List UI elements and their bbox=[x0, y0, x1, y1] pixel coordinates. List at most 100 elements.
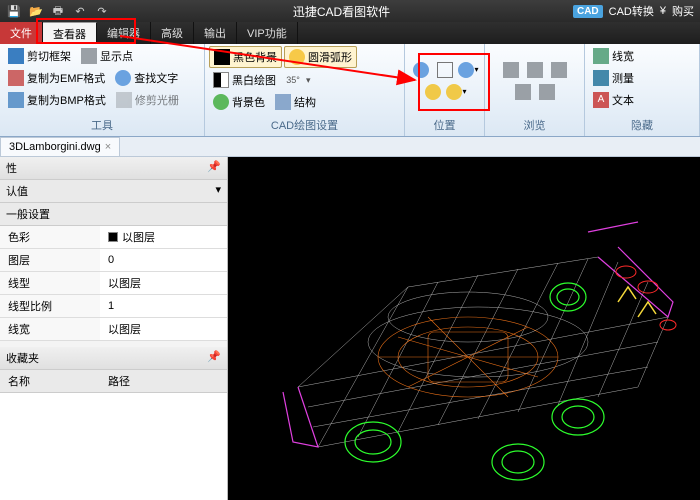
favorites-header: 收藏夹 📌 bbox=[0, 347, 227, 370]
col-path: 路径 bbox=[100, 370, 138, 392]
trim-raster-button[interactable]: 修剪光栅 bbox=[112, 90, 183, 110]
browse-icon bbox=[527, 62, 543, 78]
zoom-window-icon bbox=[437, 62, 453, 78]
zoom-out-button[interactable]: ▾ bbox=[458, 60, 480, 80]
group-label-browse: 浏览 bbox=[489, 115, 580, 136]
lineweight-button[interactable]: 线宽 bbox=[589, 46, 638, 66]
pin-icon[interactable]: 📌 bbox=[207, 160, 221, 176]
favorites-title: 收藏夹 bbox=[6, 350, 39, 366]
orbit-button[interactable] bbox=[422, 82, 444, 102]
zoom-extents-button[interactable] bbox=[410, 60, 432, 80]
chevron-down-icon[interactable]: ▾ bbox=[306, 75, 311, 86]
orbit-icon bbox=[425, 84, 441, 100]
print-icon[interactable]: 🖶 bbox=[50, 3, 66, 19]
app-title: 迅捷CAD看图软件 bbox=[110, 3, 573, 20]
zoom-out-icon bbox=[458, 62, 474, 78]
lineweight-icon bbox=[593, 48, 609, 64]
properties-panel: 性 📌 认值 ▾ 一般设置 色彩 以图层 图层 0 线型 以图层 线型比例 1 … bbox=[0, 157, 228, 500]
browse-2-button[interactable] bbox=[524, 60, 546, 80]
tab-advanced[interactable]: 高级 bbox=[151, 22, 194, 44]
panel-sub: 认值 ▾ bbox=[0, 180, 227, 203]
quick-access-toolbar: 💾 📂 🖶 ↶ ↷ bbox=[6, 3, 110, 19]
pan-icon bbox=[446, 84, 462, 100]
group-label-hide: 隐藏 bbox=[589, 115, 695, 136]
prop-row-linetype[interactable]: 线型 以图层 bbox=[0, 272, 227, 295]
browse-3-button[interactable] bbox=[548, 60, 570, 80]
angle-button[interactable]: 35° bbox=[282, 70, 304, 90]
pan-button[interactable]: ▾ bbox=[446, 82, 468, 102]
ribbon-group-tools: 剪切框架 显示点 复制为EMF格式 查找文字 复制为BMP格式 修剪光栅 工具 bbox=[0, 44, 205, 136]
panel-title: 性 bbox=[6, 160, 17, 176]
browse-4-button[interactable] bbox=[512, 82, 534, 102]
browse-icon bbox=[515, 84, 531, 100]
bw-icon bbox=[213, 72, 229, 88]
redo-icon[interactable]: ↷ bbox=[94, 3, 110, 19]
emf-icon bbox=[8, 70, 24, 86]
tab-file[interactable]: 文件 bbox=[0, 22, 43, 44]
prop-row-layer[interactable]: 图层 0 bbox=[0, 249, 227, 272]
tab-viewer[interactable]: 查看器 bbox=[43, 22, 97, 44]
document-tab[interactable]: 3DLamborgini.dwg × bbox=[0, 137, 120, 156]
group-label-tools: 工具 bbox=[4, 115, 200, 136]
ribbon-group-cad-settings: 黑色背景 圆滑弧形 黑白绘图 35° ▾ 背景色 结构 CAD绘图设置 bbox=[205, 44, 405, 136]
open-icon[interactable]: 📂 bbox=[28, 3, 44, 19]
ribbon-group-position: ▾ ▾ 位置 bbox=[405, 44, 485, 136]
section-general: 一般设置 bbox=[0, 203, 227, 226]
chevron-down-icon: ▾ bbox=[474, 65, 478, 74]
bmp-icon bbox=[8, 92, 24, 108]
structure-button[interactable]: 结构 bbox=[271, 92, 320, 112]
cut-frame-button[interactable]: 剪切框架 bbox=[4, 46, 75, 66]
show-point-button[interactable]: 显示点 bbox=[77, 46, 137, 66]
copy-bmp-button[interactable]: 复制为BMP格式 bbox=[4, 90, 110, 110]
title-bar: 💾 📂 🖶 ↶ ↷ 迅捷CAD看图软件 CAD CAD转换 ¥ 购买 bbox=[0, 0, 700, 22]
buy-link[interactable]: 购买 bbox=[672, 3, 694, 19]
pin-icon[interactable]: 📌 bbox=[207, 350, 221, 366]
drawing-canvas[interactable] bbox=[228, 157, 700, 500]
browse-icon bbox=[503, 62, 519, 78]
tab-vip[interactable]: VIP功能 bbox=[237, 22, 298, 44]
measure-icon bbox=[593, 70, 609, 86]
browse-5-button[interactable] bbox=[536, 82, 558, 102]
title-right: CAD CAD转换 ¥ 购买 bbox=[573, 3, 694, 19]
save-icon[interactable]: 💾 bbox=[6, 3, 22, 19]
bw-draw-button[interactable]: 黑白绘图 bbox=[209, 70, 280, 90]
raster-icon bbox=[116, 92, 132, 108]
panel-header: 性 📌 bbox=[0, 157, 227, 180]
measure-button[interactable]: 测量 bbox=[589, 68, 638, 88]
panel-subtitle: 认值 bbox=[6, 183, 28, 199]
prop-row-lineweight[interactable]: 线宽 以图层 bbox=[0, 318, 227, 341]
cad-badge: CAD bbox=[573, 5, 603, 18]
point-icon bbox=[81, 48, 97, 64]
group-label-position: 位置 bbox=[409, 115, 480, 136]
prop-row-color[interactable]: 色彩 以图层 bbox=[0, 226, 227, 249]
browse-icon bbox=[539, 84, 555, 100]
prop-row-ltscale[interactable]: 线型比例 1 bbox=[0, 295, 227, 318]
document-tabs: 3DLamborgini.dwg × bbox=[0, 137, 700, 157]
browse-icon bbox=[551, 62, 567, 78]
copy-emf-button[interactable]: 复制为EMF格式 bbox=[4, 68, 109, 88]
cad-convert-link[interactable]: CAD转换 bbox=[609, 3, 654, 19]
chevron-down-icon[interactable]: ▾ bbox=[215, 183, 221, 199]
search-icon bbox=[115, 70, 131, 86]
undo-icon[interactable]: ↶ bbox=[72, 3, 88, 19]
find-text-button[interactable]: 查找文字 bbox=[111, 68, 182, 88]
group-label-cad: CAD绘图设置 bbox=[209, 115, 400, 136]
ribbon-group-hide: 线宽 测量 A文本 隐藏 bbox=[585, 44, 700, 136]
text-icon: A bbox=[593, 92, 609, 108]
smooth-arc-button[interactable]: 圆滑弧形 bbox=[284, 46, 357, 68]
tab-editor[interactable]: 编辑器 bbox=[97, 22, 151, 44]
structure-icon bbox=[275, 94, 291, 110]
favorites-list bbox=[0, 393, 227, 500]
close-icon[interactable]: × bbox=[105, 141, 111, 153]
currency-icon: ¥ bbox=[660, 5, 666, 17]
chevron-down-icon: ▾ bbox=[462, 87, 466, 96]
zoom-window-button[interactable] bbox=[434, 60, 456, 80]
bgcolor-icon bbox=[213, 94, 229, 110]
col-name: 名称 bbox=[0, 370, 100, 392]
bg-color-button[interactable]: 背景色 bbox=[209, 92, 269, 112]
text-button[interactable]: A文本 bbox=[589, 90, 638, 110]
tab-output[interactable]: 输出 bbox=[194, 22, 237, 44]
black-bg-button[interactable]: 黑色背景 bbox=[209, 46, 282, 68]
ribbon-tabs: 文件 查看器 编辑器 高级 输出 VIP功能 bbox=[0, 22, 700, 44]
browse-1-button[interactable] bbox=[500, 60, 522, 80]
